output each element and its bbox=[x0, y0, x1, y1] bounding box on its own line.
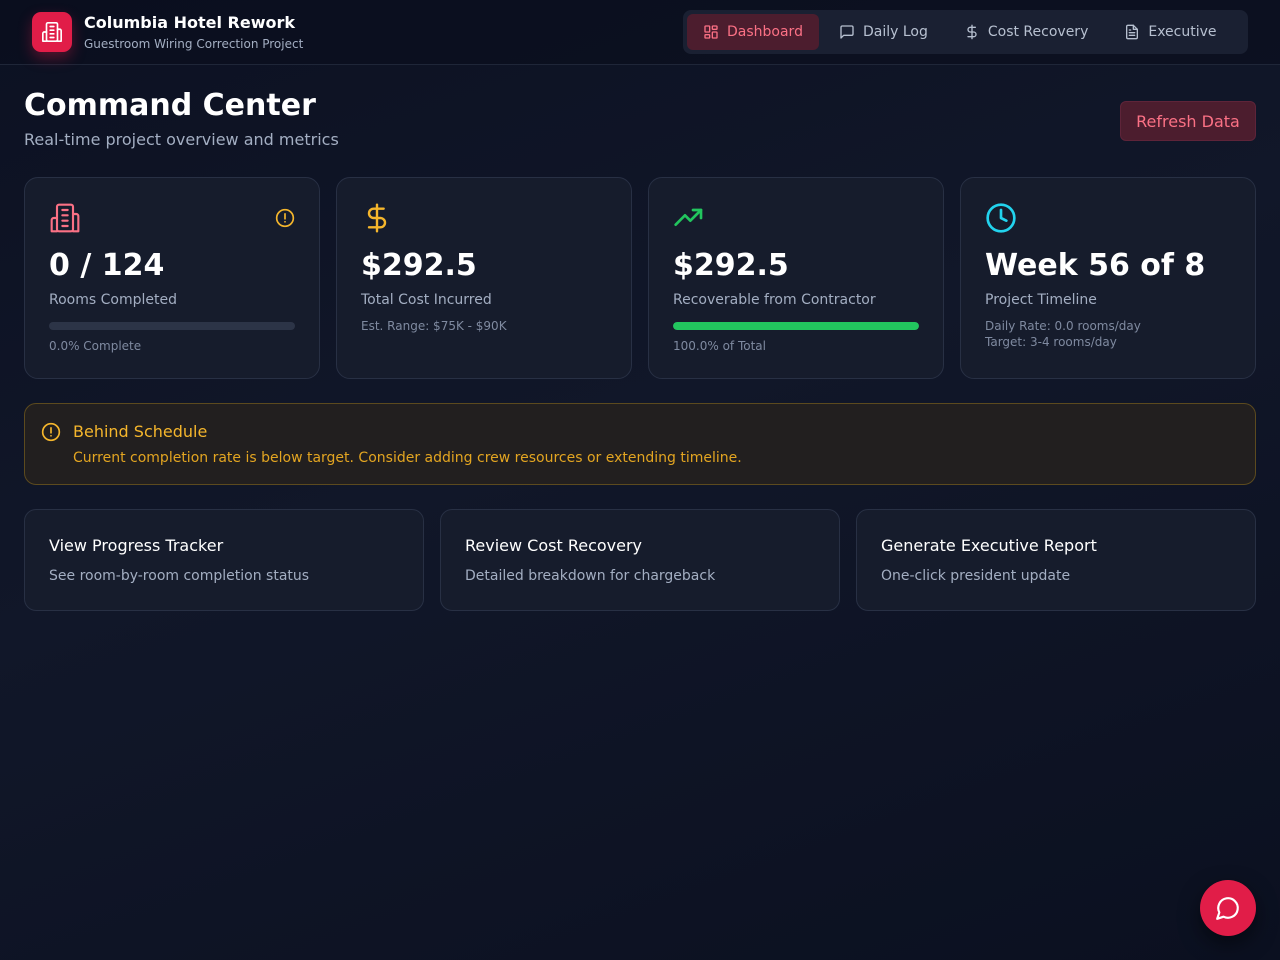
action-title: Generate Executive Report bbox=[881, 536, 1097, 555]
target-rate-text: Target: 3-4 rooms/day bbox=[985, 335, 1117, 349]
nav-dashboard-label: Dashboard bbox=[727, 24, 803, 40]
action-description: Detailed breakdown for chargeback bbox=[465, 568, 716, 584]
action-title: Review Cost Recovery bbox=[465, 536, 643, 555]
dashboard-icon bbox=[704, 25, 718, 39]
top-bar: Columbia Hotel Rework Guestroom Wiring C… bbox=[0, 0, 1280, 65]
alert-title: Behind Schedule bbox=[73, 422, 208, 441]
nav-cost-recovery-label: Cost Recovery bbox=[987, 24, 1089, 40]
message-circle-icon bbox=[1216, 897, 1239, 920]
nav-cost-recovery[interactable]: Cost Recovery bbox=[948, 14, 1105, 50]
action-description: One-click president update bbox=[881, 568, 1071, 584]
recoverable-percent-text: 100.0% of Total bbox=[673, 339, 766, 353]
rooms-completed-value: 0 / 124 bbox=[49, 248, 165, 283]
recoverable-progress-fill bbox=[673, 322, 919, 330]
nav-daily-log-label: Daily Log bbox=[862, 24, 928, 40]
rooms-completed-label: Rooms Completed bbox=[49, 292, 177, 308]
generate-executive-report-card[interactable]: Generate Executive Report One-click pres… bbox=[856, 509, 1256, 611]
recoverable-value: $292.5 bbox=[673, 248, 789, 283]
total-cost-label: Total Cost Incurred bbox=[361, 292, 492, 308]
page-subtitle: Real-time project overview and metrics bbox=[24, 130, 339, 149]
review-cost-recovery-card[interactable]: Review Cost Recovery Detailed breakdown … bbox=[440, 509, 840, 611]
app-subtitle: Guestroom Wiring Correction Project bbox=[84, 37, 304, 51]
rooms-completed-card: 0 / 124 Rooms Completed 0.0% Complete bbox=[24, 177, 320, 379]
action-description: See room-by-room completion status bbox=[49, 568, 310, 584]
action-title: View Progress Tracker bbox=[49, 536, 224, 555]
behind-schedule-alert: Behind Schedule Current completion rate … bbox=[24, 403, 1256, 485]
recoverable-progress-bar bbox=[673, 322, 919, 330]
recoverable-label: Recoverable from Contractor bbox=[673, 292, 876, 308]
main-nav: Dashboard Daily Log Cost Recovery Execut… bbox=[683, 10, 1248, 54]
app-title: Columbia Hotel Rework bbox=[84, 13, 295, 32]
cost-range-text: Est. Range: $75K - $90K bbox=[361, 319, 507, 333]
daily-rate-text: Daily Rate: 0.0 rooms/day bbox=[985, 319, 1141, 333]
nav-executive[interactable]: Executive bbox=[1108, 14, 1232, 50]
timeline-label: Project Timeline bbox=[985, 292, 1097, 308]
alert-circle-icon bbox=[275, 208, 295, 228]
dollar-icon bbox=[367, 203, 387, 233]
clock-icon bbox=[986, 203, 1016, 233]
chat-icon bbox=[840, 25, 854, 39]
chat-button[interactable] bbox=[1200, 880, 1256, 936]
project-timeline-card: Week 56 of 8 Project Timeline Daily Rate… bbox=[960, 177, 1256, 379]
building-icon bbox=[50, 203, 80, 233]
alert-text: Current completion rate is below target.… bbox=[73, 450, 742, 466]
timeline-value: Week 56 of 8 bbox=[985, 248, 1206, 283]
alert-circle-icon bbox=[41, 422, 61, 442]
recoverable-card: $292.5 Recoverable from Contractor 100.0… bbox=[648, 177, 944, 379]
total-cost-value: $292.5 bbox=[361, 248, 477, 283]
nav-dashboard[interactable]: Dashboard bbox=[687, 14, 819, 50]
nav-daily-log[interactable]: Daily Log bbox=[823, 14, 944, 50]
trending-up-icon bbox=[674, 208, 703, 226]
document-icon bbox=[1126, 24, 1139, 40]
view-progress-tracker-card[interactable]: View Progress Tracker See room-by-room c… bbox=[24, 509, 424, 611]
refresh-data-button[interactable]: Refresh Data bbox=[1120, 101, 1256, 141]
page-title: Command Center bbox=[24, 88, 316, 123]
rooms-percent-text: 0.0% Complete bbox=[49, 339, 142, 353]
rooms-progress-bar bbox=[49, 322, 295, 330]
total-cost-card: $292.5 Total Cost Incurred Est. Range: $… bbox=[336, 177, 632, 379]
dollar-icon bbox=[967, 24, 977, 40]
nav-executive-label: Executive bbox=[1148, 24, 1217, 40]
building-logo-icon bbox=[32, 12, 72, 52]
